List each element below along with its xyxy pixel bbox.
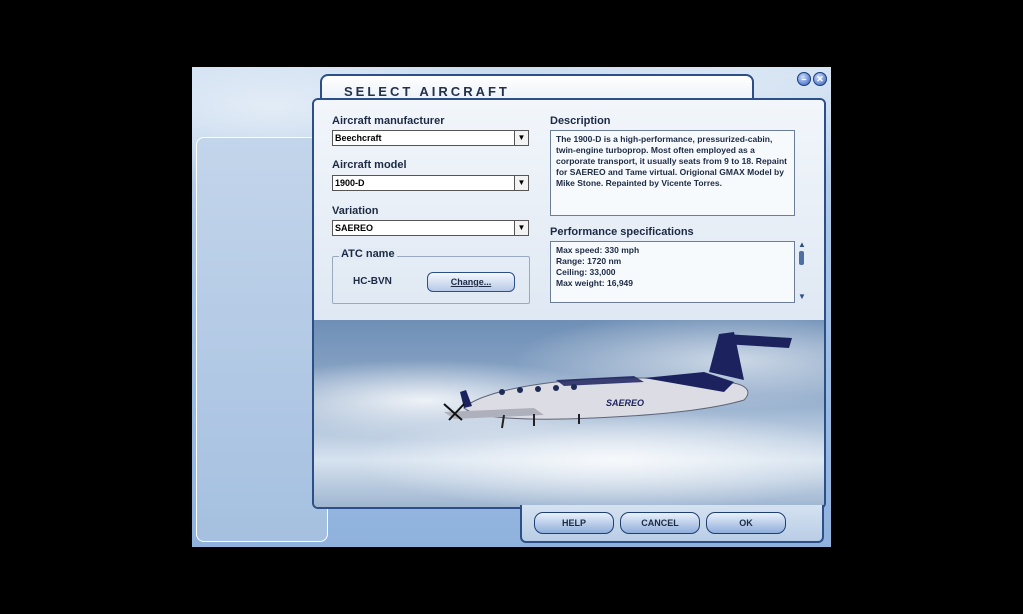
atc-name-label: ATC name xyxy=(339,248,397,260)
variation-select[interactable]: SAEREO ▼ xyxy=(332,220,529,236)
variation-value: SAEREO xyxy=(335,223,374,233)
manufacturer-value: Beechcraft xyxy=(335,133,382,143)
performance-box[interactable]: Max speed: 330 mph Range: 1720 nm Ceilin… xyxy=(550,241,806,303)
performance-label: Performance specifications xyxy=(550,226,694,238)
atc-name-value: HC-BVN xyxy=(353,276,392,287)
variation-label: Variation xyxy=(332,205,379,217)
minimize-icon[interactable]: – xyxy=(797,72,811,86)
aircraft-preview: SAEREO xyxy=(314,320,824,507)
chevron-down-icon[interactable]: ▼ xyxy=(514,176,528,190)
window-title: SELECT AIRCRAFT xyxy=(344,84,510,99)
description-box[interactable]: The 1900-D is a high-performance, pressu… xyxy=(550,130,795,216)
performance-line: Max speed: 330 mph xyxy=(556,245,640,255)
chevron-down-icon[interactable]: ▼ xyxy=(514,131,528,145)
performance-line: Max weight: 16,949 xyxy=(556,278,634,288)
aircraft-preview-image: SAEREO xyxy=(443,332,792,429)
select-aircraft-panel: Aircraft manufacturer Beechcraft ▼ Aircr… xyxy=(312,98,826,509)
description-text: The 1900-D is a high-performance, pressu… xyxy=(556,134,787,188)
cancel-button[interactable]: CANCEL xyxy=(620,512,700,534)
scroll-up-icon[interactable]: ▲ xyxy=(798,241,806,249)
close-icon[interactable]: ✕ xyxy=(813,72,827,86)
performance-scrollbar[interactable]: ▲ ▼ xyxy=(798,241,806,303)
chevron-down-icon[interactable]: ▼ xyxy=(514,221,528,235)
performance-line: Ceiling: 33,000 xyxy=(556,267,616,277)
model-select[interactable]: 1900-D ▼ xyxy=(332,175,529,191)
model-value: 1900-D xyxy=(335,178,365,188)
left-panel xyxy=(196,137,328,542)
change-atc-button[interactable]: Change... xyxy=(427,272,515,292)
description-label: Description xyxy=(550,115,611,127)
button-bar: HELP CANCEL OK xyxy=(520,505,824,543)
scroll-thumb[interactable] xyxy=(799,251,804,265)
ok-button[interactable]: OK xyxy=(706,512,786,534)
atc-name-group: ATC name HC-BVN Change... xyxy=(332,248,530,304)
form-area: Aircraft manufacturer Beechcraft ▼ Aircr… xyxy=(314,100,824,320)
manufacturer-label: Aircraft manufacturer xyxy=(332,115,445,127)
aircraft-livery-text: SAEREO xyxy=(606,398,644,408)
scroll-down-icon[interactable]: ▼ xyxy=(798,293,806,301)
manufacturer-select[interactable]: Beechcraft ▼ xyxy=(332,130,529,146)
help-button[interactable]: HELP xyxy=(534,512,614,534)
model-label: Aircraft model xyxy=(332,159,407,171)
performance-line: Range: 1720 nm xyxy=(556,256,622,266)
